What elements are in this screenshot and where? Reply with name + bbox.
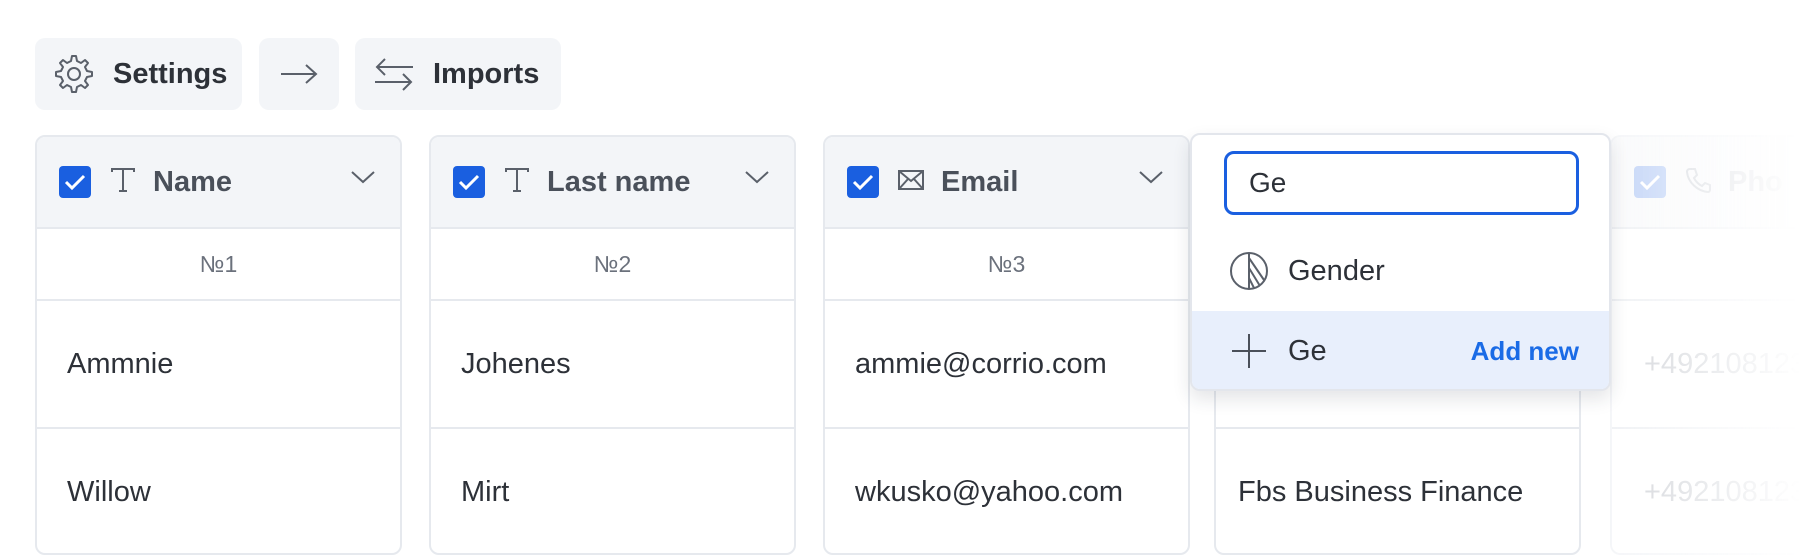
chevron-down-icon[interactable] xyxy=(1138,169,1164,190)
column-number: №1 xyxy=(37,229,400,301)
settings-label: Settings xyxy=(113,57,228,90)
column-phone: Pho +492108123 +492108123 xyxy=(1610,135,1800,555)
dropdown-option-gender[interactable]: Gender xyxy=(1192,231,1609,311)
checkmark-icon xyxy=(1639,174,1661,191)
phone-icon xyxy=(1684,166,1712,199)
column-header[interactable]: Last name xyxy=(431,137,794,229)
column-title: Last name xyxy=(547,165,691,198)
checkmark-icon xyxy=(458,174,480,191)
table-cell[interactable]: Johenes xyxy=(431,301,794,429)
column-number: №3 xyxy=(825,229,1188,301)
field-search-dropdown: Gender Ge Add new xyxy=(1190,133,1611,391)
table-cell[interactable]: +492108123 xyxy=(1612,301,1800,429)
option-label: Gender xyxy=(1288,254,1385,287)
column-header[interactable]: Name xyxy=(37,137,400,229)
imports-label: Imports xyxy=(433,57,540,90)
column-number: №2 xyxy=(431,229,794,301)
column-header[interactable]: Pho xyxy=(1612,137,1800,229)
column-checkbox[interactable] xyxy=(847,166,879,198)
checkmark-icon xyxy=(64,174,86,191)
arrow-right-icon xyxy=(279,62,319,86)
new-field-label: Ge xyxy=(1288,334,1327,367)
table-cell[interactable]: Willow xyxy=(37,429,400,553)
add-new-link[interactable]: Add new xyxy=(1471,336,1579,367)
gender-field-icon xyxy=(1228,250,1270,292)
gear-icon xyxy=(53,53,95,95)
next-arrow-button[interactable] xyxy=(259,38,339,110)
column-title: Email xyxy=(941,165,1019,198)
table-cell[interactable]: +492108123 xyxy=(1612,429,1800,553)
text-type-icon xyxy=(109,166,137,199)
chevron-down-icon[interactable] xyxy=(744,169,770,190)
column-title: Name xyxy=(153,165,232,198)
table-cell[interactable]: Ammnie xyxy=(37,301,400,429)
table-cell[interactable]: wkusko@yahoo.com xyxy=(825,429,1188,553)
table-cell[interactable]: ammie@corrio.com xyxy=(825,301,1188,429)
checkmark-icon xyxy=(852,174,874,191)
column-name: Name №1 Ammnie Willow xyxy=(35,135,402,555)
swap-arrows-icon xyxy=(373,57,415,91)
dropdown-option-add-new[interactable]: Ge Add new xyxy=(1192,311,1609,389)
column-header[interactable]: Email xyxy=(825,137,1188,229)
column-last-name: Last name №2 Johenes Mirt xyxy=(429,135,796,555)
plus-icon xyxy=(1230,332,1268,370)
column-title: Pho xyxy=(1728,165,1783,198)
field-search-input[interactable] xyxy=(1224,151,1579,215)
envelope-icon xyxy=(897,168,925,197)
column-checkbox[interactable] xyxy=(453,166,485,198)
column-email: Email №3 ammie@corrio.com wkusko@yahoo.c… xyxy=(823,135,1190,555)
imports-button[interactable]: Imports xyxy=(355,38,561,110)
chevron-down-icon[interactable] xyxy=(350,169,376,190)
text-type-icon xyxy=(503,166,531,199)
table-cell[interactable]: Mirt xyxy=(431,429,794,553)
settings-button[interactable]: Settings xyxy=(35,38,242,110)
column-checkbox[interactable] xyxy=(1634,166,1666,198)
column-checkbox[interactable] xyxy=(59,166,91,198)
column-number xyxy=(1612,229,1800,301)
table-cell[interactable]: Fbs Business Finance xyxy=(1216,429,1579,553)
